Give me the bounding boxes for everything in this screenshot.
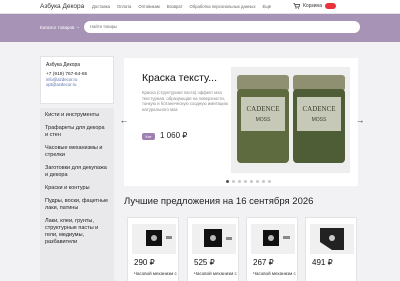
sidebar-item-clock-mechanisms[interactable]: Часовые механизмы и стрелки (45, 145, 109, 159)
contact-email-opt[interactable]: opt@azdecor.ru (46, 82, 108, 87)
sidebar-item-varnishes[interactable]: Лаки, клеи, грунты, структурные пасты и … (45, 218, 109, 246)
arrow-right-icon: → (355, 115, 365, 125)
nav-link-return[interactable]: Возврат (167, 4, 183, 9)
product-name[interactable]: Часовой механизм с (253, 271, 297, 277)
product-price: 267 ₽ (253, 258, 274, 267)
sidebar-item-brushes[interactable]: Кисти и инструменты (45, 112, 109, 119)
slide-description: Краска (структурная паста) эффект мха те… (142, 90, 229, 112)
product-image[interactable] (192, 224, 236, 254)
slider-prev-button[interactable]: ← (118, 114, 130, 126)
top-nav: Доставка Оплата Оптовикам Возврат Обрабо… (92, 4, 271, 9)
product-image[interactable] (132, 224, 176, 254)
product-image[interactable] (310, 224, 354, 254)
slider-dot[interactable] (256, 180, 259, 183)
top-bar: Азбука Декора Доставка Оплата Оптовикам … (0, 0, 400, 14)
jar-label-text-1: MOSS (256, 117, 271, 123)
product-card[interactable]: 290 ₽ Часовой механизм с (127, 217, 179, 281)
slide-product-image[interactable]: CADENCE MOSS CADENCE MOSS (231, 67, 350, 173)
product-price: 525 ₽ (194, 258, 215, 267)
nav-link-privacy[interactable]: Обработка персональных данных (190, 4, 256, 9)
contact-name: Азбука Декора (46, 62, 81, 68)
slider-dots (226, 180, 271, 183)
nav-link-more[interactable]: Ещё (263, 4, 272, 9)
slider-dot[interactable] (268, 180, 271, 183)
slide-title[interactable]: Краска тексту... (142, 72, 217, 84)
cart-button[interactable]: Корзина (293, 3, 337, 9)
contact-box: Азбука Декора +7 (919) 767-64-65 info@az… (40, 56, 114, 104)
product-image[interactable] (251, 224, 295, 254)
sidebar-item-powders[interactable]: Пудры, воски, фацетные лаки, патины (45, 198, 109, 212)
jar-label-text-2: MOSS (312, 117, 327, 123)
arrow-left-icon: ← (119, 115, 129, 125)
sidebar-item-blanks[interactable]: Заготовки для декупажа и декора (45, 165, 109, 179)
catalog-button-label: Каталог товаров (40, 24, 75, 30)
best-offers-title: Лучшие предложения на 16 сентября 2026 (124, 196, 314, 207)
product-price: 491 ₽ (312, 258, 333, 267)
nav-link-delivery[interactable]: Доставка (92, 4, 110, 9)
hit-badge: Хит (142, 133, 155, 140)
slider-dot[interactable] (262, 180, 265, 183)
product-name[interactable]: Часовой механизм с (134, 271, 178, 277)
catalog-button[interactable]: Каталог товаров ⌄ (40, 24, 80, 30)
slider-dot[interactable] (244, 180, 247, 183)
product-name[interactable]: Часовой механизм с (194, 271, 238, 277)
cart-icon (293, 3, 300, 9)
product-card[interactable]: 525 ₽ Часовой механизм с (187, 217, 239, 281)
slide-price: 1 060 ₽ (160, 131, 188, 140)
product-card[interactable]: 491 ₽ (305, 217, 357, 281)
nav-link-wholesale[interactable]: Оптовикам (138, 4, 159, 9)
slider-dot[interactable] (226, 180, 229, 183)
jar-brand-text-1: CADENCE (246, 105, 279, 113)
product-price: 290 ₽ (134, 258, 155, 267)
sidebar-item-paints[interactable]: Краски и контуры (45, 185, 109, 192)
nav-link-payment[interactable]: Оплата (117, 4, 131, 9)
product-card[interactable]: 267 ₽ Часовой механизм с (246, 217, 298, 281)
cart-label: Корзина (303, 3, 323, 9)
chevron-down-icon: ⌄ (76, 24, 81, 29)
promo-slider: Краска тексту... Краска (структурная пас… (124, 58, 358, 186)
slider-dot[interactable] (238, 180, 241, 183)
slider-next-button[interactable]: → (354, 114, 366, 126)
slider-dot[interactable] (232, 180, 235, 183)
sidebar-item-stencils[interactable]: Трафареты для декора и стен (45, 125, 109, 139)
slider-dot[interactable] (250, 180, 253, 183)
search-input[interactable] (84, 21, 360, 33)
cart-count-badge (325, 3, 337, 9)
site-logo[interactable]: Азбука Декора (40, 3, 84, 10)
category-sidebar: Кисти и инструменты Трафареты для декора… (40, 108, 114, 281)
jar-brand-text-2: CADENCE (302, 105, 335, 113)
